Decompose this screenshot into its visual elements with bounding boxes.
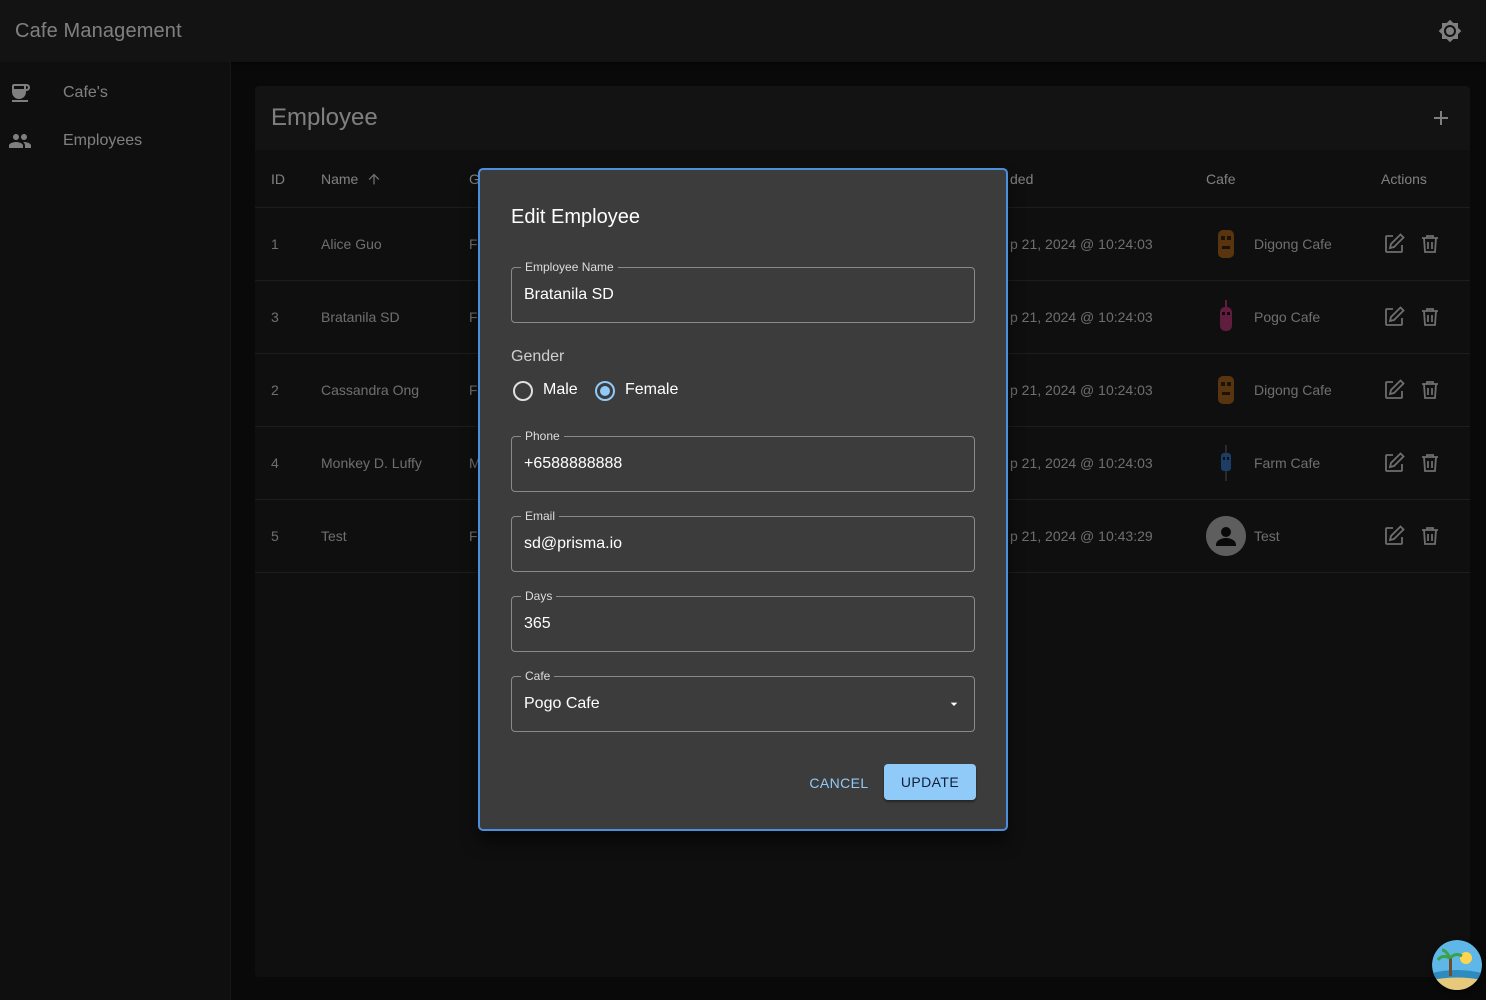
edit-employee-dialog: Edit Employee Employee Name Gender Male … (478, 168, 1008, 831)
cafe-select[interactable]: Cafe Pogo Cafe (511, 668, 975, 732)
beach-icon (1432, 940, 1482, 990)
cancel-button[interactable]: CANCEL (804, 765, 874, 801)
radio-female[interactable] (593, 379, 617, 403)
days-field[interactable]: Days (511, 588, 975, 652)
radio-male-label[interactable]: Male (543, 381, 578, 399)
email-input[interactable] (524, 517, 954, 571)
radio-male[interactable] (511, 379, 535, 403)
cafe-select-value: Pogo Cafe (524, 695, 600, 712)
dialog-title: Edit Employee (511, 206, 640, 228)
assistant-fab[interactable] (1432, 940, 1482, 990)
update-button[interactable]: UPDATE (884, 764, 976, 800)
email-field[interactable]: Email (511, 508, 975, 572)
phone-field[interactable]: Phone (511, 428, 975, 492)
days-input[interactable] (524, 597, 954, 651)
employee-name-field[interactable]: Employee Name (511, 259, 975, 323)
employee-name-input[interactable] (524, 268, 954, 322)
radio-female-label[interactable]: Female (625, 381, 678, 399)
phone-input[interactable] (524, 437, 954, 491)
chevron-down-icon (950, 702, 958, 706)
cafe-label: Cafe (521, 668, 555, 684)
gender-label: Gender (511, 348, 565, 365)
